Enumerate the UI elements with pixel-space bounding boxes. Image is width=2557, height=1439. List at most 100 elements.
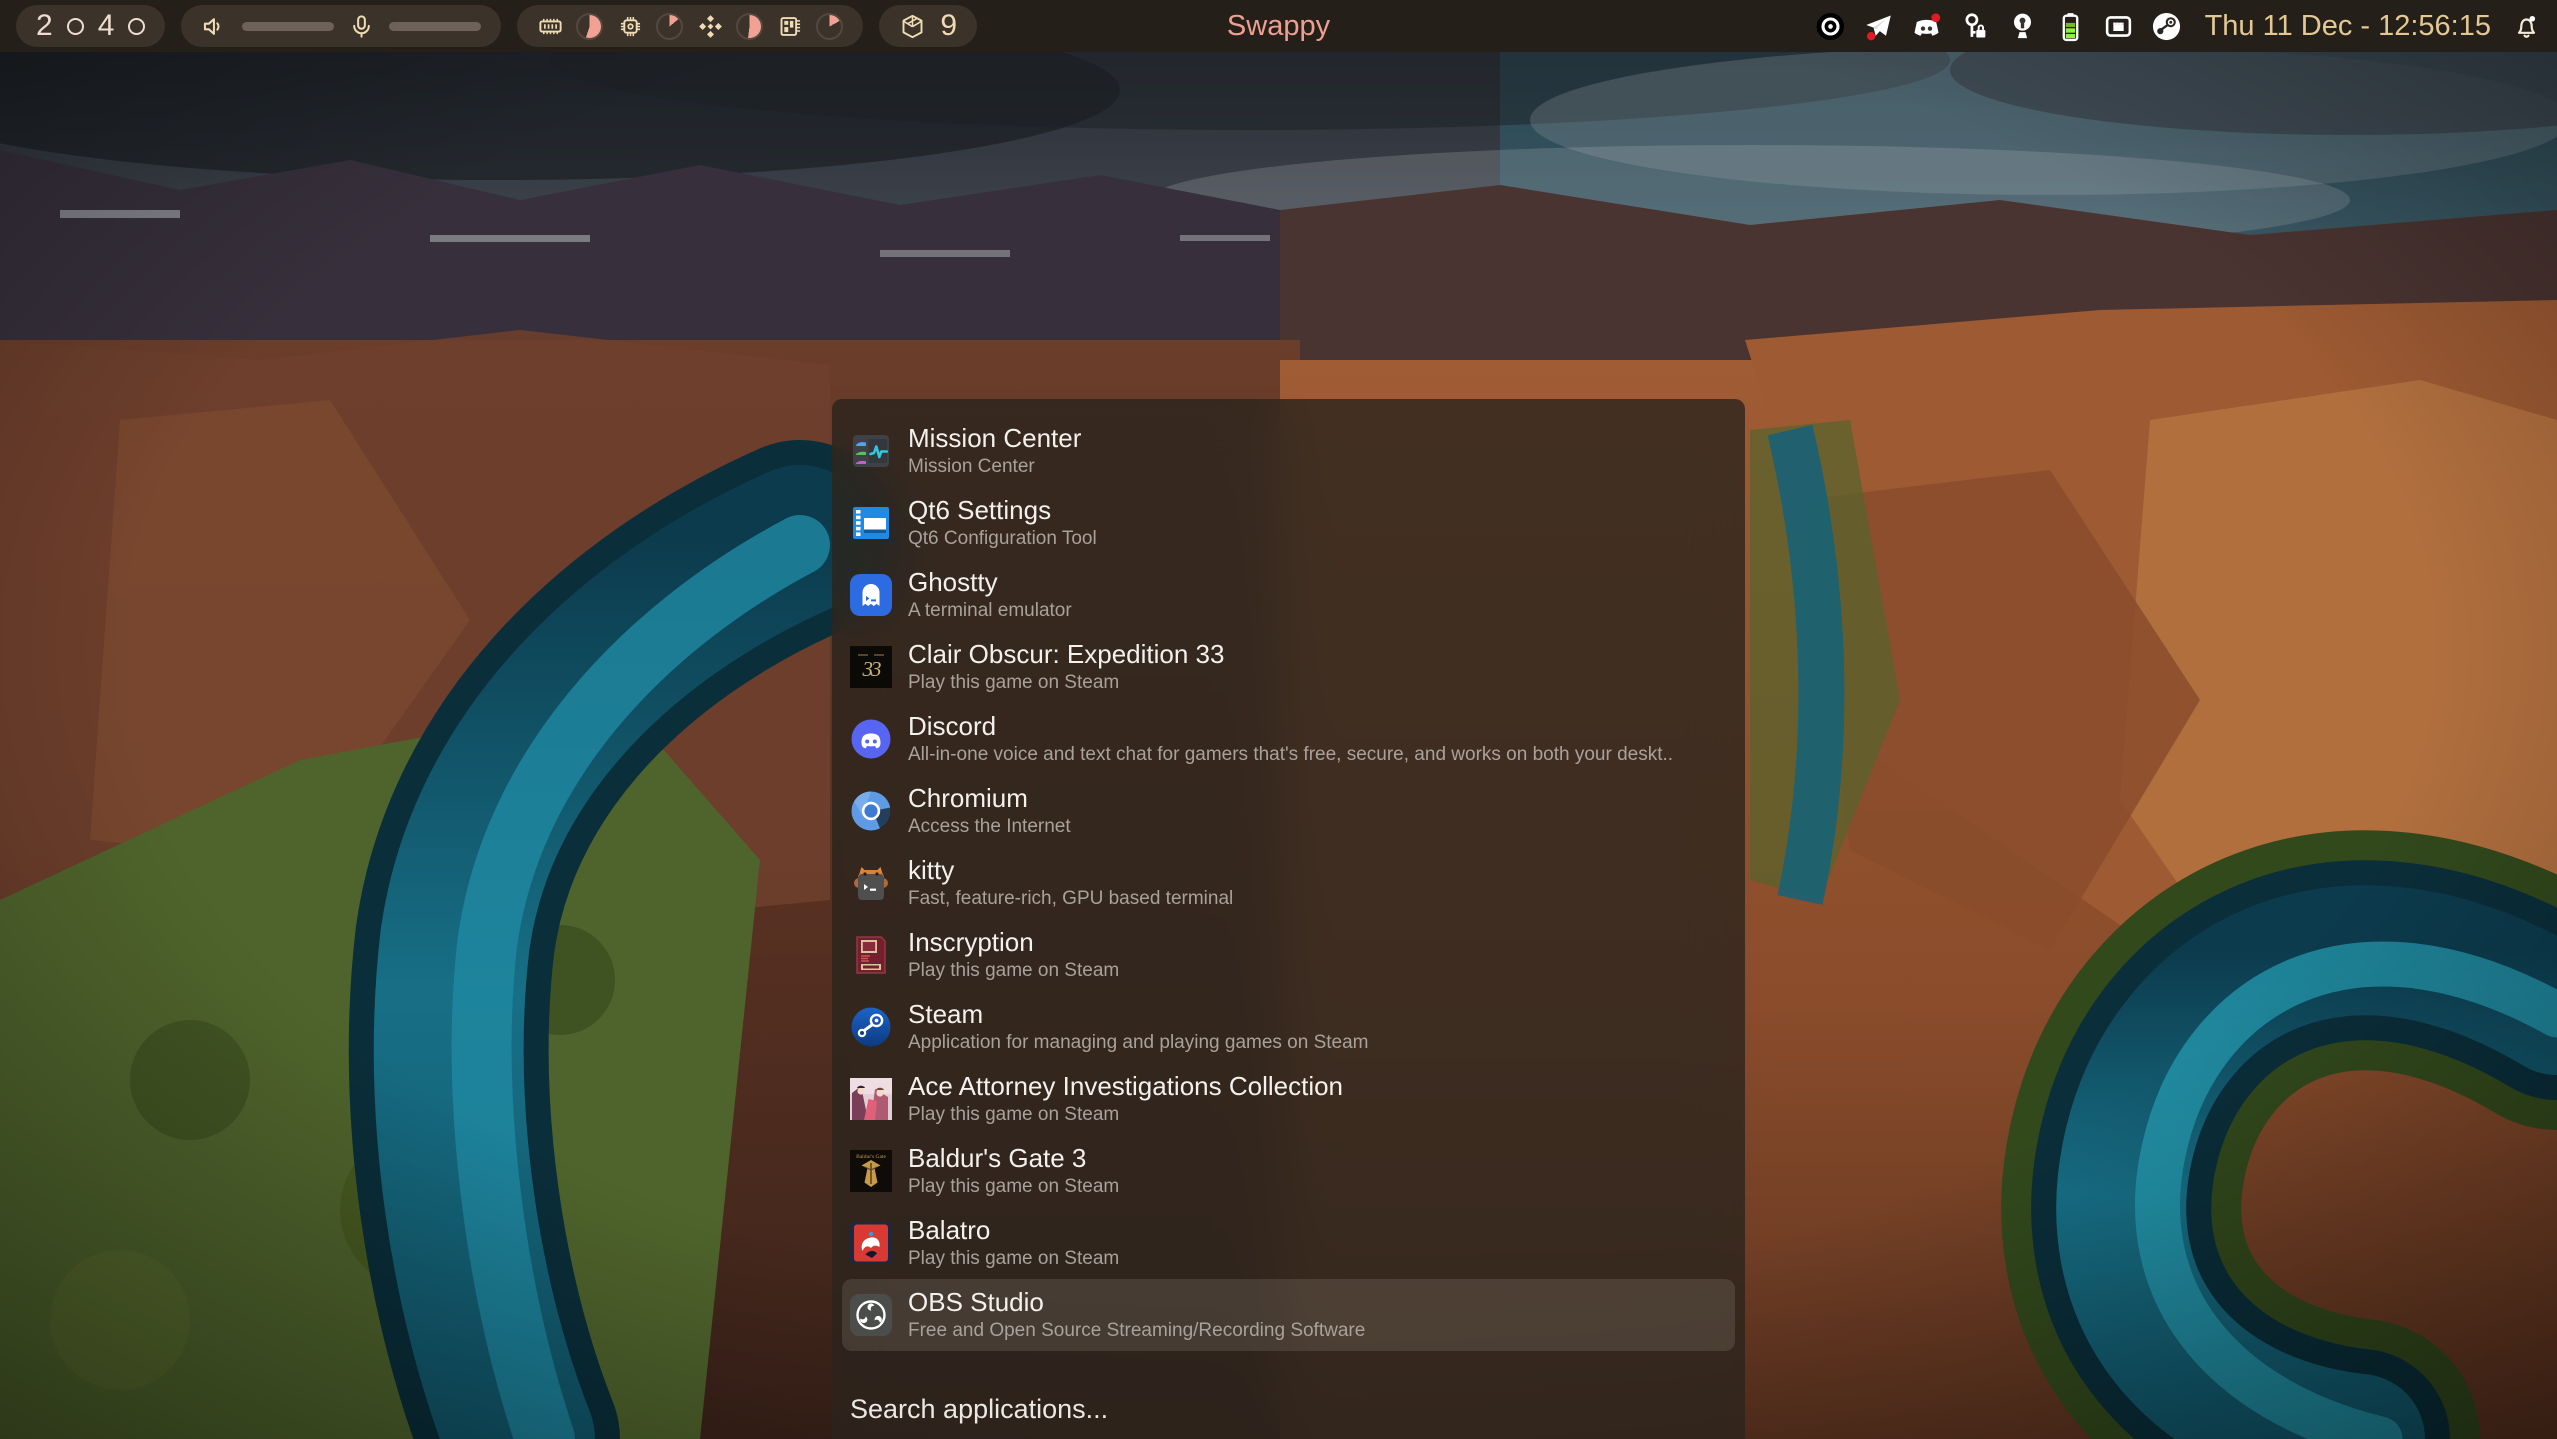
battery-icon[interactable] — [2055, 11, 2086, 42]
notification-bell-icon[interactable] — [2512, 12, 2541, 41]
network-icon[interactable] — [2103, 11, 2134, 42]
system-stats-widget[interactable] — [517, 5, 863, 47]
cpu-usage-gauge — [656, 13, 683, 40]
app-description: Access the Internet — [908, 815, 1071, 840]
app-row[interactable]: kittyFast, feature-rich, GPU based termi… — [842, 847, 1735, 919]
app-description: Play this game on Steam — [908, 1103, 1343, 1128]
clock[interactable]: Thu 11 Dec - 12:56:15 — [2205, 10, 2491, 43]
app-description: Play this game on Steam — [908, 671, 1224, 696]
ghostty-icon — [850, 574, 892, 616]
steam-icon — [850, 1006, 892, 1048]
focused-window-title: Swappy — [1227, 0, 1330, 52]
app-row[interactable]: Mission CenterMission Center — [842, 415, 1735, 487]
volume-slider[interactable] — [242, 22, 334, 31]
memory-icon — [537, 13, 564, 40]
app-list: Mission CenterMission Center Qt6 Settings… — [832, 399, 1745, 1351]
clair-obscur-icon: 33 — [850, 646, 892, 688]
app-text: GhosttyA terminal emulator — [908, 566, 1072, 623]
keepassxc-icon[interactable] — [1959, 11, 1990, 42]
app-title: Baldur's Gate 3 — [908, 1142, 1119, 1175]
app-launcher: Mission CenterMission Center Qt6 Settings… — [832, 399, 1745, 1439]
app-text: SteamApplication for managing and playin… — [908, 998, 1369, 1055]
updates-widget[interactable]: 9 — [879, 5, 977, 47]
app-title: Balatro — [908, 1214, 1119, 1247]
app-row[interactable]: Ace Attorney Investigations CollectionPl… — [842, 1063, 1735, 1135]
gpu-stat — [697, 13, 763, 40]
app-row[interactable]: DiscordAll-in-one voice and text chat fo… — [842, 703, 1735, 775]
app-title: Ghostty — [908, 566, 1072, 599]
audio-widget[interactable] — [181, 5, 501, 47]
workspace-indicator-4[interactable]: 4 — [98, 11, 115, 41]
steam-tray-icon[interactable] — [2151, 11, 2182, 42]
mission-center-icon — [850, 430, 892, 472]
app-text: OBS StudioFree and Open Source Streaming… — [908, 1286, 1365, 1343]
app-title: Mission Center — [908, 422, 1081, 455]
app-text: kittyFast, feature-rich, GPU based termi… — [908, 854, 1233, 911]
top-bar: 24 9 Swappy Thu 11 Dec - 12:56:15 — [0, 0, 2557, 52]
app-description: All-in-one voice and text chat for gamer… — [908, 743, 1673, 768]
app-row[interactable]: Qt6 SettingsQt6 Configuration Tool — [842, 487, 1735, 559]
workspace-indicator-2[interactable]: 2 — [36, 11, 53, 41]
mic-slider[interactable] — [389, 22, 481, 31]
app-row[interactable]: Baldur's Gate Baldur's Gate 3Play this ga… — [842, 1135, 1735, 1207]
app-title: Qt6 Settings — [908, 494, 1097, 527]
telegram-icon[interactable] — [1863, 11, 1894, 42]
steelseries-icon[interactable] — [1815, 11, 1846, 42]
app-text: ChromiumAccess the Internet — [908, 782, 1071, 839]
baldurs-gate-3-icon: Baldur's Gate — [850, 1150, 892, 1192]
app-title: Discord — [908, 710, 1673, 743]
app-description: A terminal emulator — [908, 599, 1072, 624]
app-text: Mission CenterMission Center — [908, 422, 1081, 479]
app-row[interactable]: SteamApplication for managing and playin… — [842, 991, 1735, 1063]
balatro-icon — [850, 1222, 892, 1264]
gpu-usage-gauge — [736, 13, 763, 40]
workspace-indicator-empty[interactable] — [67, 18, 84, 35]
app-text: Ace Attorney Investigations CollectionPl… — [908, 1070, 1343, 1127]
app-description: Play this game on Steam — [908, 1247, 1119, 1272]
inscryption-icon — [850, 934, 892, 976]
package-icon — [899, 13, 926, 40]
app-row[interactable]: 33 Clair Obscur: Expedition 33Play this g… — [842, 631, 1735, 703]
svg-text:33: 33 — [862, 657, 882, 681]
memory-usage-gauge — [576, 13, 603, 40]
app-text: Clair Obscur: Expedition 33Play this gam… — [908, 638, 1224, 695]
app-row[interactable]: InscryptionPlay this game on Steam — [842, 919, 1735, 991]
app-title: kitty — [908, 854, 1233, 887]
board-icon — [777, 13, 804, 40]
app-row[interactable]: GhosttyA terminal emulator — [842, 559, 1735, 631]
app-row[interactable]: ChromiumAccess the Internet — [842, 775, 1735, 847]
app-title: Clair Obscur: Expedition 33 — [908, 638, 1224, 671]
search-input[interactable]: Search applications... — [850, 1394, 1727, 1425]
app-title: Chromium — [908, 782, 1071, 815]
updates-count: 9 — [940, 11, 957, 41]
memory-stat — [537, 13, 603, 40]
workspace-indicator-empty[interactable] — [128, 18, 145, 35]
app-description: Mission Center — [908, 455, 1081, 480]
app-row[interactable]: BalatroPlay this game on Steam — [842, 1207, 1735, 1279]
ace-attorney-icon — [850, 1078, 892, 1120]
app-text: Baldur's Gate 3Play this game on Steam — [908, 1142, 1119, 1199]
board-usage-gauge — [816, 13, 843, 40]
app-text: BalatroPlay this game on Steam — [908, 1214, 1119, 1271]
microphone-icon — [348, 13, 375, 40]
app-title: OBS Studio — [908, 1286, 1365, 1319]
discord-tray-icon[interactable] — [1911, 11, 1942, 42]
keyring-icon[interactable] — [2007, 11, 2038, 42]
app-description: Fast, feature-rich, GPU based terminal — [908, 887, 1233, 912]
app-title: Inscryption — [908, 926, 1119, 959]
cpu-stat — [617, 13, 683, 40]
system-tray: Thu 11 Dec - 12:56:15 — [1815, 10, 2541, 43]
app-description: Qt6 Configuration Tool — [908, 527, 1097, 552]
chromium-icon — [850, 790, 892, 832]
app-description: Play this game on Steam — [908, 959, 1119, 984]
app-row[interactable]: OBS StudioFree and Open Source Streaming… — [842, 1279, 1735, 1351]
search-placeholder: Search applications... — [850, 1394, 1108, 1424]
app-text: Qt6 SettingsQt6 Configuration Tool — [908, 494, 1097, 551]
gpu-icon — [697, 13, 724, 40]
app-description: Free and Open Source Streaming/Recording… — [908, 1319, 1365, 1344]
app-description: Play this game on Steam — [908, 1175, 1119, 1200]
kitty-icon — [850, 862, 892, 904]
workspaces-indicator[interactable]: 24 — [16, 5, 165, 47]
app-text: InscryptionPlay this game on Steam — [908, 926, 1119, 983]
svg-text:Baldur's Gate: Baldur's Gate — [856, 1154, 886, 1160]
